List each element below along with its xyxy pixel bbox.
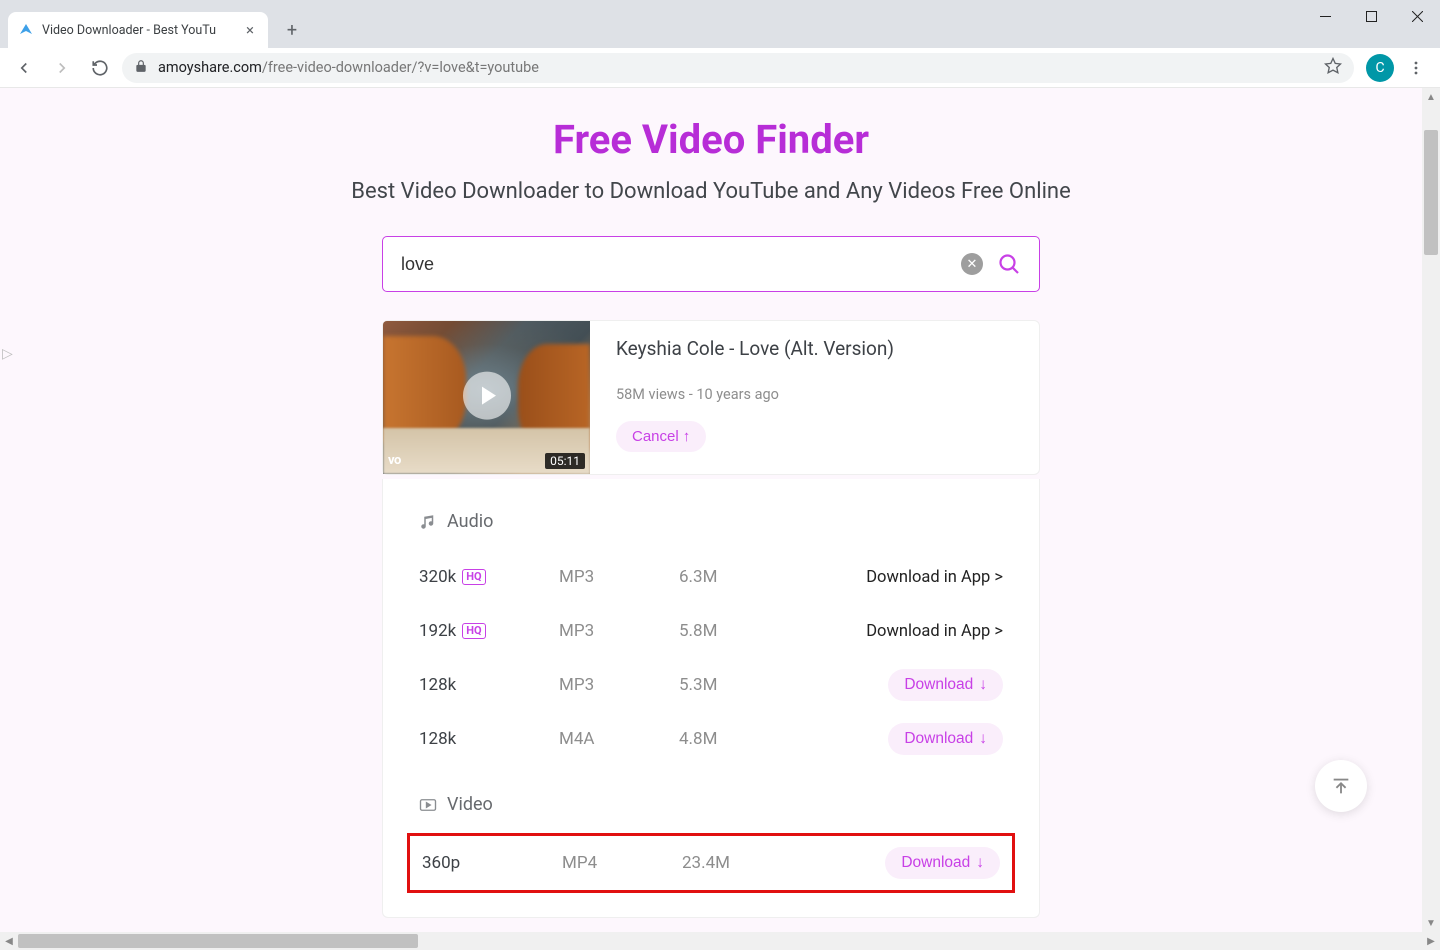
audio-label: Audio: [447, 511, 493, 532]
maximize-button[interactable]: [1348, 0, 1394, 32]
size-cell: 5.8M: [679, 621, 829, 641]
format-cell: MP4: [562, 853, 682, 873]
lock-icon: [134, 59, 148, 77]
vertical-scrollbar[interactable]: ▲ ▼: [1422, 88, 1440, 932]
video-duration: 05:11: [545, 453, 585, 469]
back-button[interactable]: [8, 52, 40, 84]
search-box: ✕: [382, 236, 1040, 292]
arrow-down-icon: ↓: [979, 730, 987, 748]
result-meta: 58M views - 10 years ago: [616, 386, 1039, 403]
download-label: Download: [904, 730, 973, 748]
main-content: Free Video Finder Best Video Downloader …: [0, 88, 1422, 918]
download-label: Download: [901, 854, 970, 872]
video-section-head: Video: [419, 794, 1003, 815]
close-window-button[interactable]: [1394, 0, 1440, 32]
format-row: 320kHQMP36.3M Download in App >: [419, 550, 1003, 604]
horizontal-scrollbar[interactable]: ◀ ▶: [0, 932, 1440, 950]
new-tab-button[interactable]: +: [278, 16, 306, 44]
quality-cell: 360p: [422, 853, 562, 873]
omnibox[interactable]: amoyshare.com/free-video-downloader/?v=l…: [122, 53, 1354, 83]
url-text: amoyshare.com/free-video-downloader/?v=l…: [158, 59, 1314, 76]
download-in-app-link[interactable]: Download in App >: [866, 622, 1003, 641]
scroll-down-arrow-icon[interactable]: ▼: [1422, 914, 1440, 932]
tab-title: Video Downloader - Best YouTu: [42, 23, 234, 38]
size-cell: 6.3M: [679, 567, 829, 587]
arrow-down-icon: ↓: [976, 854, 984, 872]
horizontal-scroll-thumb[interactable]: [18, 934, 418, 948]
window-controls: [1302, 0, 1440, 32]
browser-menu-icon[interactable]: [1400, 52, 1432, 84]
scroll-left-arrow-icon[interactable]: ◀: [0, 932, 18, 950]
action-cell: Download ↓: [829, 723, 1003, 755]
hq-badge: HQ: [462, 569, 485, 584]
profile-avatar[interactable]: C: [1366, 54, 1394, 82]
action-cell: Download ↓: [832, 847, 1000, 879]
audio-section-head: Audio: [419, 511, 1003, 532]
page-title: Free Video Finder: [0, 116, 1422, 163]
action-cell: Download in App >: [829, 621, 1003, 641]
scroll-right-arrow-icon[interactable]: ▶: [1422, 932, 1440, 950]
tab-close-icon[interactable]: ×: [242, 22, 258, 38]
format-cell: MP3: [559, 567, 679, 587]
play-icon[interactable]: [463, 371, 511, 419]
search-input[interactable]: [401, 254, 947, 275]
format-row: 360pMP423.4M Download ↓: [410, 842, 1012, 884]
viewport-wrap: ▷ Free Video Finder Best Video Downloade…: [0, 88, 1440, 950]
result-card: vo 05:11 Keyshia Cole - Love (Alt. Versi…: [382, 320, 1040, 475]
reload-button[interactable]: [84, 52, 116, 84]
titlebar: Video Downloader - Best YouTu × +: [0, 0, 1440, 48]
format-row: 128kMP35.3M Download ↓: [419, 658, 1003, 712]
format-cell: M4A: [559, 729, 679, 749]
cancel-label: Cancel: [632, 428, 679, 445]
download-in-app-link[interactable]: Download in App >: [866, 568, 1003, 587]
download-button[interactable]: Download ↓: [885, 847, 1000, 879]
video-thumbnail[interactable]: vo 05:11: [383, 321, 590, 474]
vevo-watermark: vo: [388, 453, 401, 468]
side-collapse-icon[interactable]: ▷: [2, 346, 13, 362]
arrow-down-icon: ↓: [979, 676, 987, 694]
video-label: Video: [447, 794, 493, 815]
bookmark-star-icon[interactable]: [1324, 57, 1342, 79]
vertical-scroll-thumb[interactable]: [1424, 130, 1438, 255]
minimize-button[interactable]: [1302, 0, 1348, 32]
formats-panel: Audio 320kHQMP36.3MDownload in App >192k…: [382, 479, 1040, 918]
download-button[interactable]: Download ↓: [888, 669, 1003, 701]
video-icon: [419, 796, 437, 814]
clear-search-icon[interactable]: ✕: [961, 253, 983, 275]
page-viewport: ▷ Free Video Finder Best Video Downloade…: [0, 88, 1422, 932]
address-bar: amoyshare.com/free-video-downloader/?v=l…: [0, 48, 1440, 88]
highlighted-row: 360pMP423.4M Download ↓: [407, 833, 1015, 893]
forward-button[interactable]: [46, 52, 78, 84]
size-cell: 4.8M: [679, 729, 829, 749]
download-button[interactable]: Download ↓: [888, 723, 1003, 755]
format-row: 192kHQMP35.8M Download in App >: [419, 604, 1003, 658]
page-subtitle: Best Video Downloader to Download YouTub…: [0, 179, 1422, 204]
result-title: Keyshia Cole - Love (Alt. Version): [616, 337, 1039, 360]
quality-cell: 128k: [419, 675, 559, 695]
favicon-icon: [18, 22, 34, 38]
result-info: Keyshia Cole - Love (Alt. Version) 58M v…: [616, 321, 1039, 474]
format-cell: MP3: [559, 621, 679, 641]
download-label: Download: [904, 676, 973, 694]
action-cell: Download in App >: [829, 567, 1003, 587]
back-to-top-button[interactable]: [1315, 760, 1367, 812]
size-cell: 23.4M: [682, 853, 832, 873]
quality-cell: 128k: [419, 729, 559, 749]
format-row: 128kM4A4.8M Download ↓: [419, 712, 1003, 766]
size-cell: 5.3M: [679, 675, 829, 695]
quality-cell: 192kHQ: [419, 621, 559, 641]
quality-cell: 320kHQ: [419, 567, 559, 587]
scroll-up-arrow-icon[interactable]: ▲: [1422, 88, 1440, 106]
format-cell: MP3: [559, 675, 679, 695]
action-cell: Download ↓: [829, 669, 1003, 701]
browser-tab[interactable]: Video Downloader - Best YouTu ×: [8, 12, 268, 48]
music-note-icon: [419, 513, 437, 531]
result-head: vo 05:11 Keyshia Cole - Love (Alt. Versi…: [383, 321, 1039, 474]
hq-badge: HQ: [462, 623, 485, 638]
cancel-button[interactable]: Cancel ↑: [616, 421, 706, 452]
arrow-up-icon: ↑: [683, 428, 691, 445]
browser-window: Video Downloader - Best YouTu × + amoysh…: [0, 0, 1440, 950]
search-icon[interactable]: [997, 252, 1021, 276]
